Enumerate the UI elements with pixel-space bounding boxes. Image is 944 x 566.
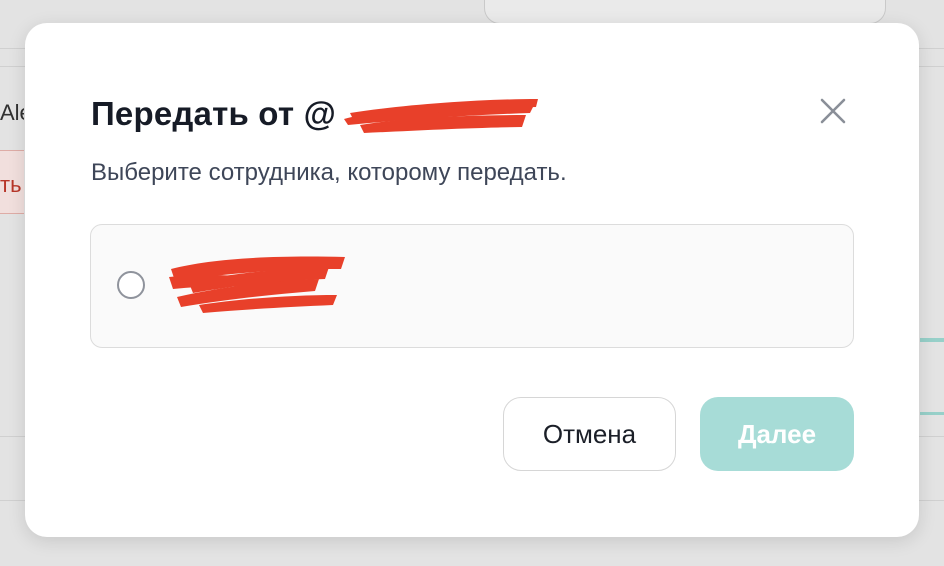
next-button[interactable]: Далее [700,397,854,471]
employee-option[interactable] [90,224,854,348]
dialog-title: Передать от @ [91,95,538,134]
dialog-title-text: Передать от @ [91,95,336,132]
cancel-button[interactable]: Отмена [503,397,676,471]
employee-radio[interactable] [117,271,145,299]
close-icon [820,98,846,124]
dialog-subtitle: Выберите сотрудника, которому передать. [91,159,567,186]
redaction-mark [169,256,345,313]
transfer-dialog: Передать от @ Выберите сотрудника, котор… [25,23,919,537]
redaction-mark [340,99,538,134]
close-button[interactable] [815,93,851,129]
